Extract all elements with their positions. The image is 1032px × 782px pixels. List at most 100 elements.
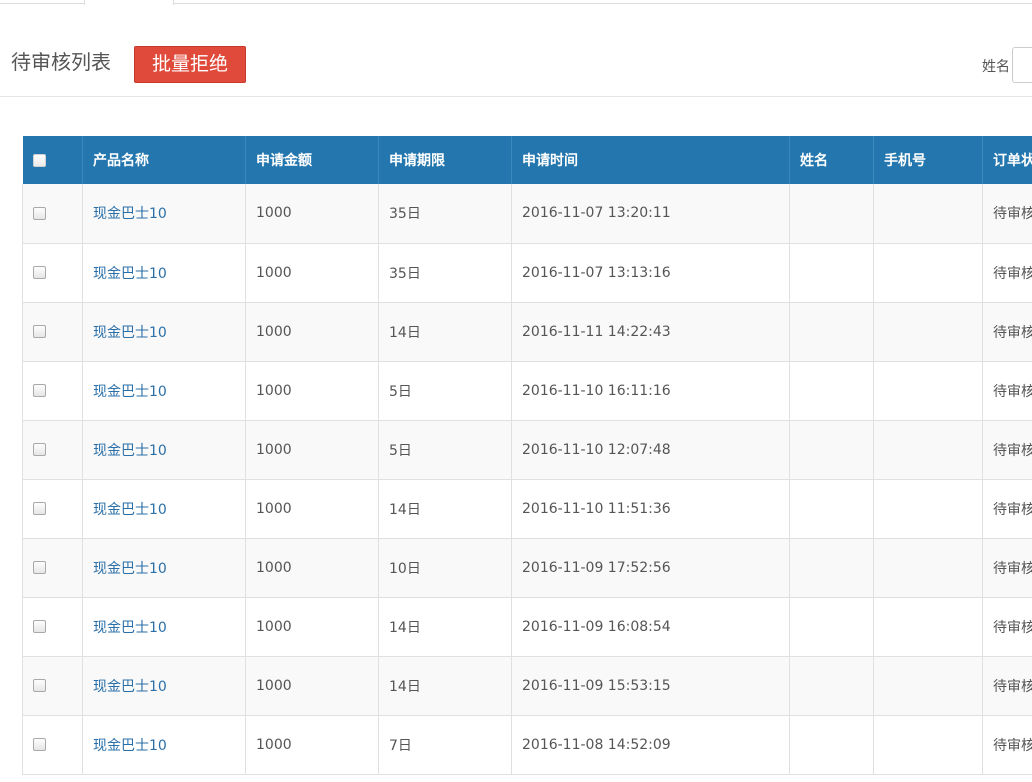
product-cell: 现金巴士10 [82,479,246,539]
phone-cell [873,538,983,598]
product-link[interactable]: 现金巴士10 [93,443,167,459]
row-select-cell [22,361,83,421]
row-select-cell [22,715,83,775]
product-cell: 现金巴士10 [82,243,246,303]
row-checkbox[interactable] [33,384,46,397]
column-header-status[interactable]: 订单状态 [982,136,1032,184]
name-filter-input[interactable] [1012,47,1032,83]
status-cell: 待审核 [982,302,1032,362]
product-link[interactable]: 现金巴士10 [93,620,167,636]
product-link[interactable]: 现金巴士10 [93,325,167,341]
time-cell: 2016-11-11 14:22:43 [511,302,790,362]
phone-cell [873,715,983,775]
column-header-product[interactable]: 产品名称 [82,136,246,184]
row-select-cell [22,420,83,480]
term-cell: 10日 [378,538,512,598]
amount-cell: 1000 [245,243,379,303]
table-row: 现金巴士10 1000 35日 2016-11-07 13:13:16 待审核 [22,243,1032,303]
row-select-cell [22,184,83,244]
row-checkbox[interactable] [33,266,46,279]
row-select-cell [22,656,83,716]
amount-cell: 1000 [245,361,379,421]
product-cell: 现金巴士10 [82,715,246,775]
name-cell [789,597,874,657]
column-header-phone[interactable]: 手机号 [873,136,983,184]
time-cell: 2016-11-08 14:52:09 [511,715,790,775]
phone-cell [873,420,983,480]
product-link[interactable]: 现金巴士10 [93,206,167,222]
amount-cell: 1000 [245,656,379,716]
status-cell: 待审核 [982,538,1032,598]
phone-cell [873,184,983,244]
name-cell [789,715,874,775]
product-cell: 现金巴士10 [82,184,246,244]
amount-cell: 1000 [245,184,379,244]
row-checkbox[interactable] [33,679,46,692]
name-cell [789,479,874,539]
time-cell: 2016-11-09 15:53:15 [511,656,790,716]
phone-cell [873,479,983,539]
phone-cell [873,243,983,303]
batch-reject-button[interactable]: 批量拒绝 [134,46,246,83]
table-row: 现金巴士10 1000 7日 2016-11-08 14:52:09 待审核 [22,715,1032,775]
product-cell: 现金巴士10 [82,420,246,480]
table-header-row: 产品名称 申请金额 申请期限 申请时间 姓名 手机号 订单状态 [22,136,1032,184]
table-row: 现金巴士10 1000 5日 2016-11-10 16:11:16 待审核 [22,361,1032,421]
term-cell: 5日 [378,420,512,480]
page-title: 待审核列表 [11,50,111,74]
column-header-time[interactable]: 申请时间 [511,136,790,184]
product-cell: 现金巴士10 [82,302,246,362]
time-cell: 2016-11-07 13:13:16 [511,243,790,303]
table-row: 现金巴士10 1000 14日 2016-11-10 11:51:36 待审核 [22,479,1032,539]
time-cell: 2016-11-10 11:51:36 [511,479,790,539]
term-cell: 35日 [378,184,512,244]
amount-cell: 1000 [245,715,379,775]
product-link[interactable]: 现金巴士10 [93,679,167,695]
row-select-cell [22,243,83,303]
row-checkbox[interactable] [33,738,46,751]
name-cell [789,420,874,480]
term-cell: 14日 [378,597,512,657]
column-header-amount[interactable]: 申请金额 [245,136,379,184]
select-all-checkbox[interactable] [32,153,46,167]
row-checkbox[interactable] [33,620,46,633]
time-cell: 2016-11-07 13:20:11 [511,184,790,244]
amount-cell: 1000 [245,538,379,598]
row-select-cell [22,597,83,657]
status-cell: 待审核 [982,361,1032,421]
time-cell: 2016-11-10 12:07:48 [511,420,790,480]
name-cell [789,361,874,421]
row-checkbox[interactable] [33,325,46,338]
page-header: 待审核列表 批量拒绝 姓名 [0,4,1032,97]
time-cell: 2016-11-10 16:11:16 [511,361,790,421]
phone-cell [873,361,983,421]
status-cell: 待审核 [982,184,1032,244]
product-cell: 现金巴士10 [82,361,246,421]
status-cell: 待审核 [982,656,1032,716]
row-select-cell [22,538,83,598]
status-cell: 待审核 [982,597,1032,657]
product-link[interactable]: 现金巴士10 [93,502,167,518]
row-checkbox[interactable] [33,443,46,456]
phone-cell [873,597,983,657]
term-cell: 14日 [378,656,512,716]
pending-review-table: 产品名称 申请金额 申请期限 申请时间 姓名 手机号 订单状态 现金巴士10 10… [22,136,1032,782]
row-select-cell [22,479,83,539]
table-row: 现金巴士10 1000 14日 2016-11-11 14:22:43 待审核 [22,302,1032,362]
name-cell [789,243,874,303]
product-link[interactable]: 现金巴士10 [93,561,167,577]
product-cell: 现金巴士10 [82,597,246,657]
term-cell: 35日 [378,243,512,303]
product-link[interactable]: 现金巴士10 [93,384,167,400]
amount-cell: 1000 [245,479,379,539]
phone-cell [873,302,983,362]
name-cell [789,538,874,598]
product-link[interactable]: 现金巴士10 [93,266,167,282]
row-checkbox[interactable] [33,561,46,574]
product-link[interactable]: 现金巴士10 [93,738,167,754]
column-header-term[interactable]: 申请期限 [378,136,512,184]
row-checkbox[interactable] [33,502,46,515]
row-checkbox[interactable] [33,206,46,220]
column-header-name[interactable]: 姓名 [789,136,874,184]
amount-cell: 1000 [245,420,379,480]
